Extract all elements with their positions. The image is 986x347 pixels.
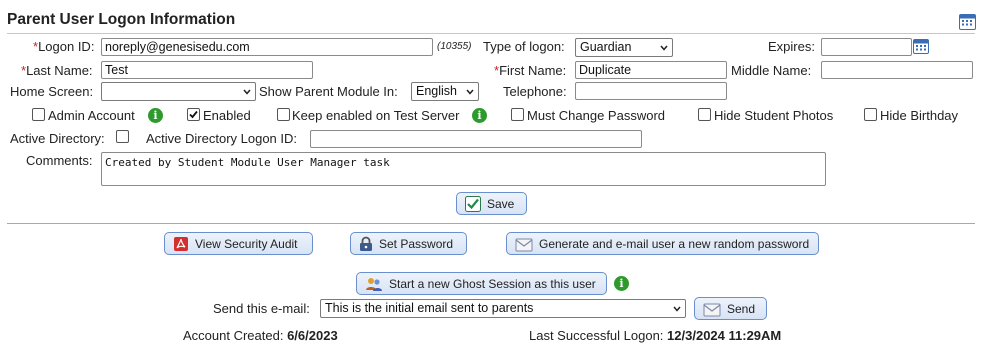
hide-birthday-checkbox[interactable]	[864, 108, 877, 121]
home-screen-select[interactable]	[101, 82, 256, 101]
last-logon-value: 12/3/2024 11:29AM	[667, 328, 782, 343]
admin-account-label: Admin Account	[48, 108, 135, 123]
calendar-icon[interactable]	[913, 38, 929, 54]
logon-id-field[interactable]	[101, 38, 433, 56]
first-name-label: *First Name:	[494, 63, 567, 78]
logon-id-number: (10355)	[437, 41, 472, 52]
info-icon[interactable]: i	[148, 108, 163, 123]
last-name-field[interactable]	[101, 61, 313, 79]
middle-name-label: Middle Name:	[731, 63, 812, 78]
users-icon	[366, 277, 382, 291]
ad-logon-id-label: Active Directory Logon ID:	[146, 131, 298, 146]
check-icon	[465, 195, 481, 212]
must-change-password-label: Must Change Password	[527, 108, 666, 123]
first-name-field[interactable]	[575, 61, 727, 79]
page-title: Parent User Logon Information	[7, 11, 236, 28]
section-divider	[7, 223, 975, 224]
middle-name-field[interactable]	[821, 61, 973, 79]
must-change-password-checkbox[interactable]	[511, 108, 524, 121]
hide-birthday-label: Hide Birthday	[880, 108, 959, 123]
type-of-logon-label: Type of logon:	[483, 39, 565, 54]
enabled-label: Enabled	[203, 108, 251, 123]
info-icon[interactable]: i	[614, 276, 629, 291]
save-button[interactable]: Save	[456, 192, 527, 215]
email-template-select[interactable]: This is the initial email sent to parent…	[320, 299, 686, 318]
expires-field[interactable]	[821, 38, 912, 56]
active-directory-label: Active Directory:	[10, 131, 105, 146]
set-password-button[interactable]: Set Password	[350, 232, 467, 255]
info-icon[interactable]: i	[472, 108, 487, 123]
keep-enabled-label: Keep enabled on Test Server	[292, 108, 460, 123]
admin-account-checkbox[interactable]	[32, 108, 45, 121]
chevron-down-icon	[466, 89, 474, 95]
hide-student-photos-checkbox[interactable]	[698, 108, 711, 121]
last-name-label: *Last Name:	[21, 63, 93, 78]
check-icon	[189, 110, 198, 119]
active-directory-checkbox[interactable]	[116, 130, 129, 143]
account-created: Account Created: 6/6/2023	[183, 328, 338, 343]
last-successful-logon: Last Successful Logon: 12/3/2024 11:29AM	[529, 328, 782, 343]
comments-textarea[interactable]: Created by Student Module User Manager t…	[101, 152, 826, 186]
keep-enabled-checkbox[interactable]	[277, 108, 290, 121]
comments-label: Comments:	[26, 153, 93, 168]
chevron-down-icon	[673, 306, 681, 312]
mail-icon	[515, 238, 533, 251]
ad-logon-id-field[interactable]	[310, 130, 642, 148]
chevron-down-icon	[243, 89, 251, 95]
logon-id-label: *Logon ID:	[33, 39, 95, 54]
telephone-field[interactable]	[575, 82, 727, 100]
enabled-checkbox[interactable]	[187, 108, 200, 121]
send-email-label: Send this e-mail:	[213, 301, 310, 316]
generate-password-button[interactable]: Generate and e-mail user a new random pa…	[506, 232, 819, 255]
expires-label: Expires:	[768, 39, 815, 54]
account-created-value: 6/6/2023	[287, 328, 338, 343]
header-divider	[7, 33, 975, 34]
calendar-icon[interactable]	[959, 13, 976, 30]
ghost-session-button[interactable]: Start a new Ghost Session as this user	[356, 272, 607, 295]
language-select[interactable]: English	[411, 82, 479, 101]
chevron-down-icon	[660, 45, 668, 51]
send-button[interactable]: Send	[694, 297, 767, 320]
hide-student-photos-label: Hide Student Photos	[714, 108, 834, 123]
lock-icon	[360, 236, 372, 251]
mail-icon	[703, 303, 721, 316]
view-security-audit-button[interactable]: View Security Audit	[164, 232, 313, 255]
type-of-logon-select[interactable]: Guardian	[575, 38, 673, 57]
pdf-icon	[174, 236, 188, 251]
home-screen-label: Home Screen:	[10, 84, 94, 99]
telephone-label: Telephone:	[503, 84, 567, 99]
show-parent-module-label: Show Parent Module In:	[259, 84, 398, 99]
